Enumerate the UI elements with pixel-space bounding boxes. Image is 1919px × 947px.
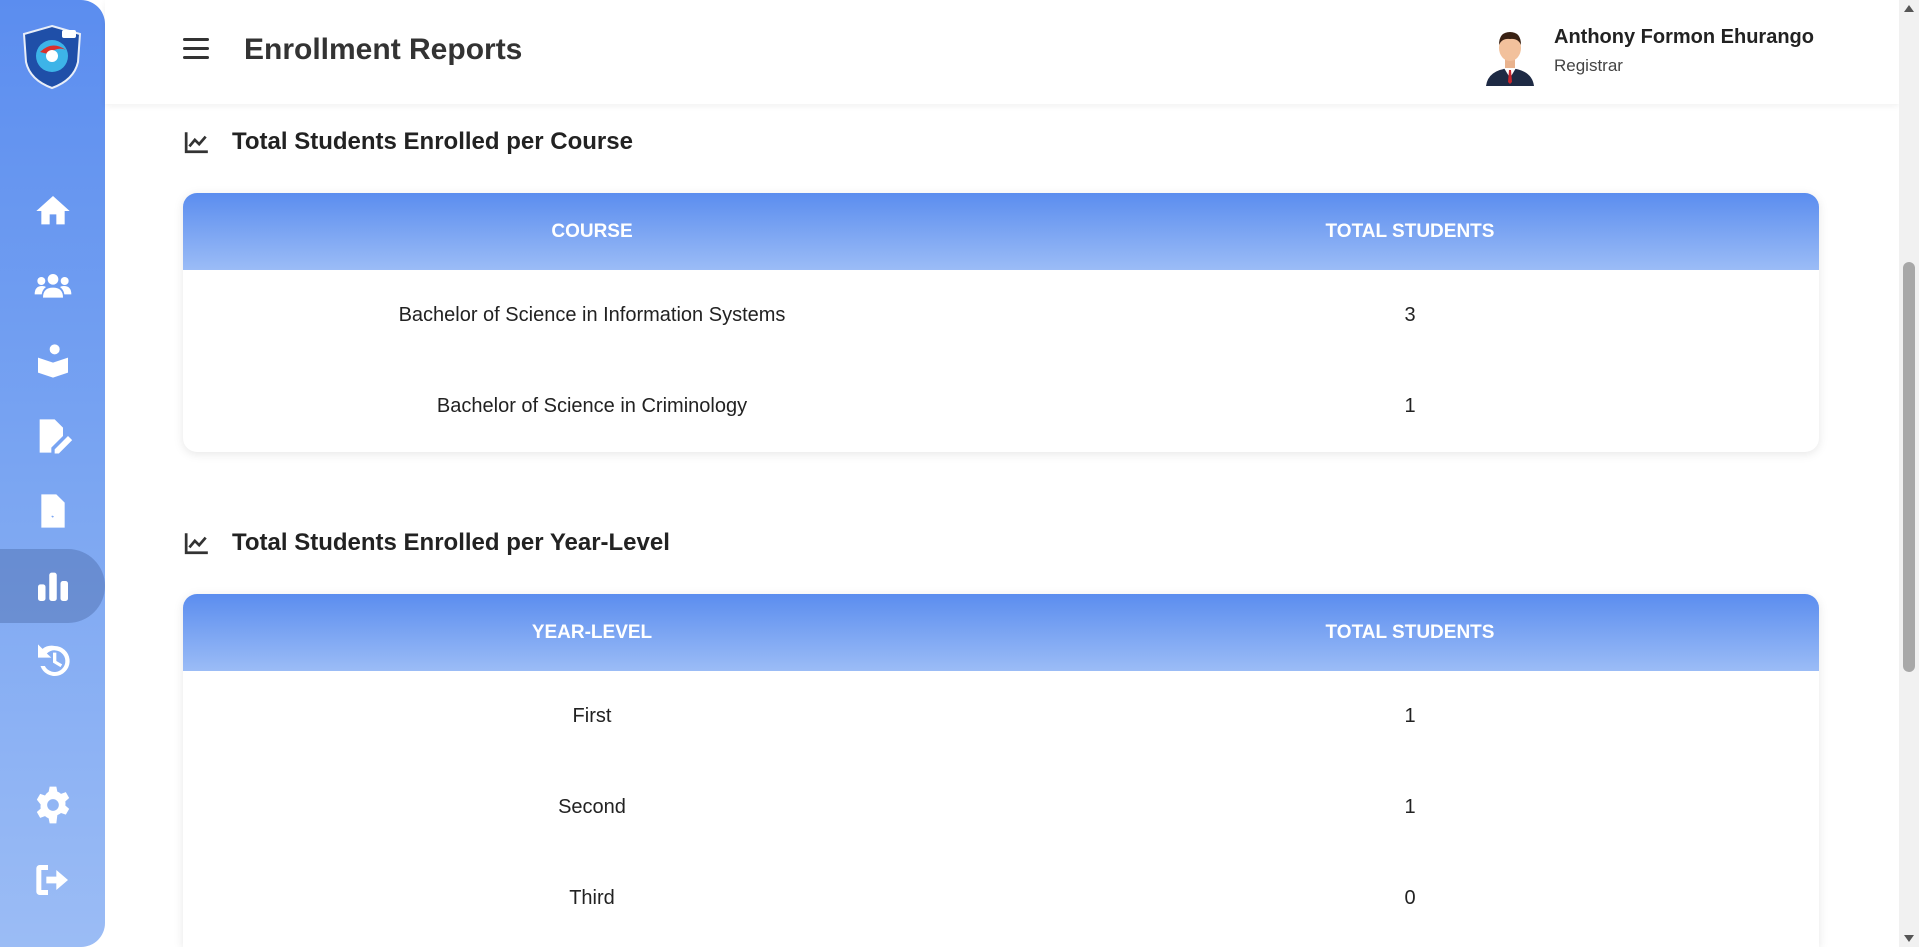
file-report-icon: [40, 494, 65, 528]
line-chart-icon: [184, 132, 208, 154]
users-icon: [34, 274, 71, 298]
course-section-heading: Total Students Enrolled per Course: [232, 128, 633, 155]
table-header: COURSE TOTAL STUDENTS: [183, 193, 1819, 270]
sidebar-item-history[interactable]: [0, 624, 105, 698]
school-logo: [18, 22, 86, 90]
year-level-cell: Third: [569, 887, 615, 909]
avatar: [1482, 26, 1538, 86]
home-icon: [35, 196, 70, 225]
history-icon: [37, 644, 70, 676]
sidebar-item-students[interactable]: [0, 324, 105, 398]
sidebar-item-reports[interactable]: [0, 549, 105, 623]
table-header: YEAR-LEVEL TOTAL STUDENTS: [183, 594, 1819, 671]
year-total-cell: 0: [1404, 887, 1416, 909]
table-row: First 1: [183, 671, 1819, 762]
user-name: Anthony Formon Ehurango: [1554, 26, 1814, 48]
year-section-title: Total Students Enrolled per Year-Level: [184, 529, 670, 557]
table-row: Bachelor of Science in Criminology 1: [183, 361, 1819, 452]
logout-icon: [35, 865, 68, 895]
year-level-cell: First: [572, 705, 612, 727]
year-level-table: YEAR-LEVEL TOTAL STUDENTS First 1 Second…: [183, 594, 1819, 947]
scroll-up-arrow[interactable]: [1904, 5, 1914, 12]
course-section-title: Total Students Enrolled per Course: [184, 128, 633, 156]
table-row: Second 1: [183, 762, 1819, 853]
column-header-total: TOTAL STUDENTS: [1325, 621, 1495, 643]
table-row: Third 0: [183, 853, 1819, 944]
menu-toggle-button[interactable]: [183, 38, 209, 62]
sidebar: [0, 0, 105, 947]
sidebar-item-settings[interactable]: [0, 768, 105, 842]
top-header: Enrollment Reports Anthony Formon Ehuran…: [105, 0, 1899, 104]
course-total-cell: 3: [1404, 304, 1416, 326]
vertical-scrollbar[interactable]: [1899, 0, 1919, 947]
course-total-cell: 1: [1404, 395, 1416, 417]
page-title: Enrollment Reports: [244, 33, 523, 66]
sidebar-item-logout[interactable]: [0, 843, 105, 917]
year-level-cell: Second: [558, 796, 626, 818]
column-header-year-level: YEAR-LEVEL: [531, 621, 653, 643]
user-role: Registrar: [1554, 56, 1623, 75]
sidebar-item-enrollment[interactable]: [0, 399, 105, 473]
course-name-cell: Bachelor of Science in Criminology: [436, 395, 748, 417]
gear-icon: [36, 786, 69, 824]
line-chart-icon: [184, 533, 208, 555]
file-edit-icon: [39, 419, 72, 454]
sidebar-item-users[interactable]: [0, 249, 105, 323]
scroll-thumb[interactable]: [1903, 262, 1915, 672]
column-header-total: TOTAL STUDENTS: [1325, 220, 1495, 242]
table-row: Bachelor of Science in Information Syste…: [183, 270, 1819, 361]
column-header-course: COURSE: [551, 220, 633, 242]
sidebar-item-home[interactable]: [0, 174, 105, 248]
bar-chart-icon: [37, 572, 68, 601]
course-table: COURSE TOTAL STUDENTS Bachelor of Scienc…: [183, 193, 1819, 452]
year-total-cell: 1: [1404, 796, 1416, 818]
year-section-heading: Total Students Enrolled per Year-Level: [232, 529, 670, 556]
course-name-cell: Bachelor of Science in Information Syste…: [398, 304, 786, 326]
student-icon: [37, 344, 68, 378]
scroll-down-arrow[interactable]: [1904, 935, 1914, 942]
year-total-cell: 1: [1404, 705, 1416, 727]
sidebar-item-documents[interactable]: [0, 474, 105, 548]
